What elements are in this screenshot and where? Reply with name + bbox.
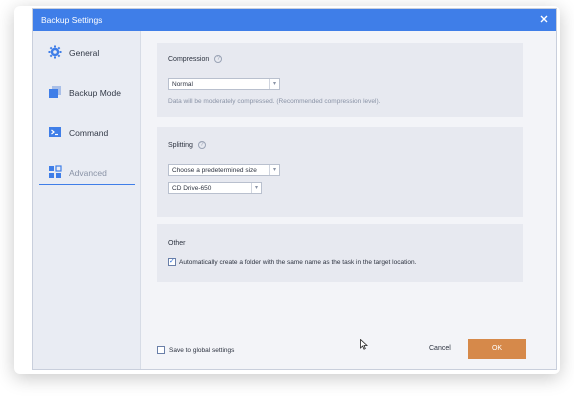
- backup-settings-dialog: Backup Settings General Backup Mode Comm…: [32, 8, 557, 370]
- auto-folder-label: Automatically create a folder with the s…: [179, 259, 417, 266]
- backup-mode-icon: [49, 86, 61, 98]
- save-global-checkbox[interactable]: [157, 346, 165, 354]
- splitting-panel: Splitting? Choose a predetermined size ▾…: [157, 127, 523, 217]
- sidebar-item-label: Backup Mode: [69, 88, 121, 98]
- cancel-button[interactable]: Cancel: [429, 345, 451, 352]
- gear-icon: [48, 45, 62, 59]
- sidebar-item-general[interactable]: General: [39, 41, 135, 65]
- splitting-size-select[interactable]: CD Drive-650 ▾: [168, 182, 262, 194]
- title-bar: Backup Settings: [33, 9, 556, 31]
- auto-folder-checkbox[interactable]: [168, 257, 176, 266]
- splitting-title: Splitting?: [168, 141, 206, 149]
- sidebar-item-command[interactable]: Command: [39, 121, 135, 145]
- compression-select-value: Normal: [172, 81, 193, 88]
- compression-title: Compression?: [168, 55, 223, 63]
- other-title: Other: [168, 240, 186, 247]
- compression-description: Data will be moderately compressed. (Rec…: [168, 98, 381, 105]
- sidebar-item-advanced[interactable]: Advanced: [39, 161, 135, 185]
- ok-button[interactable]: OK: [468, 339, 526, 359]
- sidebar-item-label: Advanced: [69, 168, 107, 178]
- chevron-down-icon: ▾: [269, 165, 279, 175]
- sidebar-item-backup-mode[interactable]: Backup Mode: [39, 81, 135, 105]
- terminal-icon: [49, 127, 61, 137]
- splitting-size-value: CD Drive-650: [172, 185, 212, 192]
- save-global-label: Save to global settings: [169, 347, 235, 354]
- compression-select[interactable]: Normal ▾: [168, 78, 280, 90]
- chevron-down-icon: ▾: [251, 183, 261, 193]
- splitting-mode-value: Choose a predetermined size: [172, 167, 257, 174]
- sidebar: General Backup Mode Command Advanced: [33, 31, 141, 369]
- sidebar-item-label: Command: [69, 128, 109, 138]
- chevron-down-icon: ▾: [269, 79, 279, 89]
- help-icon[interactable]: ?: [197, 141, 206, 149]
- mouse-cursor-icon: [360, 339, 368, 350]
- close-icon[interactable]: [538, 13, 550, 25]
- settings-content: Compression? Normal ▾ Data will be moder…: [141, 31, 556, 369]
- sidebar-item-label: General: [69, 48, 100, 58]
- splitting-mode-select[interactable]: Choose a predetermined size ▾: [168, 164, 280, 176]
- help-icon[interactable]: ?: [214, 55, 223, 63]
- compression-panel: Compression? Normal ▾ Data will be moder…: [157, 43, 523, 117]
- advanced-grid-icon: [49, 165, 62, 178]
- window-title: Backup Settings: [41, 15, 103, 25]
- other-panel: Other Automatically create a folder with…: [157, 224, 523, 282]
